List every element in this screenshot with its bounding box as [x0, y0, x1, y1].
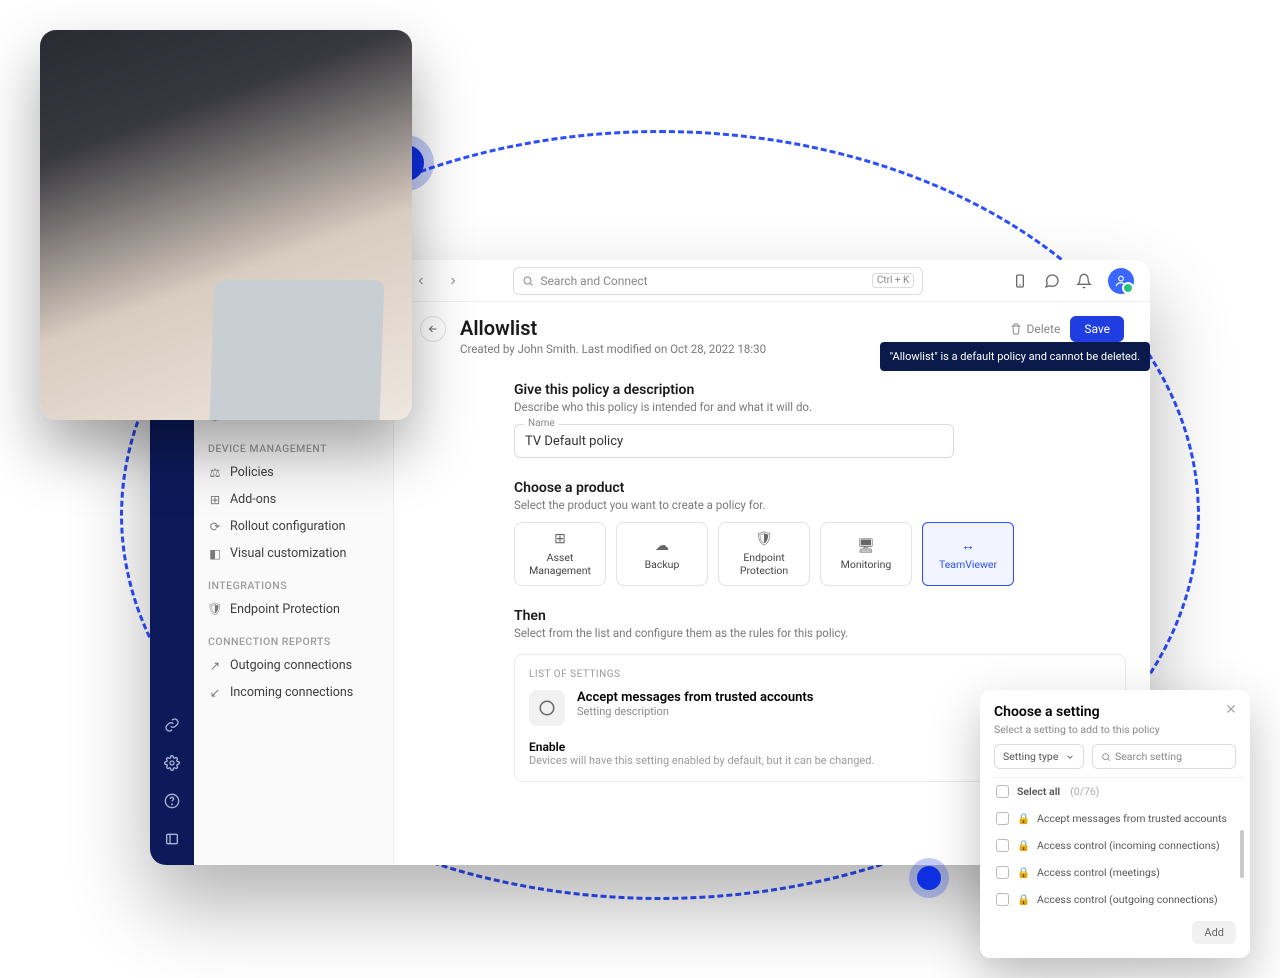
sidebar-item-visual[interactable]: ◧Visual customization [194, 540, 393, 567]
sidebar-item-rollout[interactable]: ⟳Rollout configuration [194, 513, 393, 540]
message-icon [529, 690, 565, 726]
teamviewer-icon: ↔ [961, 537, 975, 554]
rollout-icon: ⟳ [208, 520, 222, 534]
then-sub: Select from the list and configure them … [514, 626, 1126, 640]
user-avatar[interactable] [1108, 268, 1134, 294]
rail-icon-gear[interactable] [160, 751, 184, 775]
product-teamviewer[interactable]: ↔TeamViewer [922, 522, 1014, 586]
product-sub: Select the product you want to create a … [514, 498, 1126, 512]
save-button[interactable]: Save [1070, 316, 1124, 342]
checkbox[interactable] [996, 812, 1009, 825]
lock-icon: 🔒 [1017, 866, 1029, 879]
bell-icon[interactable] [1076, 273, 1092, 289]
panel-sub: Select a setting to add to this policy [994, 723, 1236, 736]
search-icon [1101, 752, 1111, 762]
panel-close-button[interactable] [1224, 702, 1238, 716]
option-row[interactable]: 🔒Access control (incoming connections) [994, 832, 1240, 859]
back-button[interactable] [420, 316, 446, 342]
addon-icon: ⊞ [208, 493, 222, 507]
lock-icon: 🔒 [1017, 839, 1029, 852]
search-placeholder: Search and Connect [540, 274, 647, 288]
policy-icon: ⚖ [208, 466, 222, 480]
setting-sub: Setting description [577, 705, 813, 718]
search-shortcut: Ctrl + K [872, 273, 915, 288]
page-title: Allowlist [460, 316, 766, 340]
product-heading: Choose a product [514, 480, 1126, 496]
sidebar-item-endpoint-protection[interactable]: 🛡Endpoint Protection [194, 596, 393, 623]
delete-tooltip: "Allowlist" is a default policy and cann… [880, 342, 1150, 371]
cloud-icon: ☁ [655, 538, 669, 554]
sidebar-heading-device-mgmt: DEVICE MANAGEMENT [194, 430, 393, 459]
shield-icon: 🛡 [208, 603, 222, 617]
name-label: Name [524, 418, 559, 429]
page-meta: Created by John Smith. Last modified on … [460, 342, 766, 356]
device-icon[interactable] [1012, 273, 1028, 289]
search-icon [522, 275, 534, 287]
sidebar-heading-integrations: INTEGRATIONS [194, 567, 393, 596]
describe-sub: Describe who this policy is intended for… [514, 400, 1126, 414]
lock-icon: 🔒 [1017, 812, 1029, 825]
describe-heading: Give this policy a description [514, 382, 1126, 398]
panel-scrollbar[interactable] [1240, 830, 1244, 878]
shield-icon: 🛡 [755, 531, 773, 547]
panel-title: Choose a setting [994, 704, 1236, 720]
monitor-icon: 🖥 [857, 538, 875, 554]
sidebar-item-policies[interactable]: ⚖Policies [194, 459, 393, 486]
setting-options-list: Select all(0/76) 🔒Accept messages from t… [994, 777, 1244, 913]
incoming-icon: ↙ [208, 686, 222, 700]
sidebar-heading-conn-reports: CONNECTION REPORTS [194, 623, 393, 652]
trash-icon [1010, 323, 1022, 335]
rail-icon-collapse[interactable] [160, 827, 184, 851]
select-all-option[interactable]: Select all(0/76) [994, 778, 1240, 805]
choose-setting-panel: Choose a setting Select a setting to add… [980, 690, 1250, 958]
checkbox[interactable] [996, 866, 1009, 879]
option-row[interactable]: 🔒Access control (outgoing connections) [994, 886, 1240, 913]
checkbox[interactable] [996, 785, 1009, 798]
delete-link[interactable]: Delete [1010, 322, 1061, 336]
add-button[interactable]: Add [1192, 921, 1236, 944]
page-header: Allowlist Created by John Smith. Last mo… [394, 302, 1150, 366]
option-row[interactable]: 🔒Accept messages from trusted accounts [994, 805, 1240, 832]
nav-forward[interactable] [442, 270, 464, 292]
setting-title: Accept messages from trusted accounts [577, 690, 813, 705]
chat-icon[interactable] [1044, 273, 1060, 289]
setting-type-select[interactable]: Setting type [994, 744, 1084, 769]
policy-name-input[interactable] [514, 424, 954, 458]
product-backup[interactable]: ☁Backup [616, 522, 708, 586]
then-heading: Then [514, 608, 1126, 624]
outgoing-icon: ↗ [208, 659, 222, 673]
rail-icon-help[interactable] [160, 789, 184, 813]
sidebar-item-outgoing[interactable]: ↗Outgoing connections [194, 652, 393, 679]
topbar: Search and Connect Ctrl + K [394, 260, 1150, 302]
grid-icon: ⊞ [554, 531, 566, 547]
option-row[interactable]: 🔒Access control (meetings) [994, 859, 1240, 886]
global-search[interactable]: Search and Connect Ctrl + K [513, 267, 923, 295]
chevron-down-icon [1065, 752, 1075, 762]
sidebar-item-incoming[interactable]: ↙Incoming connections [194, 679, 393, 706]
product-asset-management[interactable]: ⊞Asset Management [514, 522, 606, 586]
list-of-settings-label: LIST OF SETTINGS [529, 669, 1111, 680]
product-endpoint-protection[interactable]: 🛡Endpoint Protection [718, 522, 810, 586]
checkbox[interactable] [996, 839, 1009, 852]
lock-icon: 🔒 [1017, 893, 1029, 906]
panel-search-input[interactable]: Search setting [1092, 744, 1236, 769]
rail-icon-link[interactable] [160, 713, 184, 737]
sidebar-item-addons[interactable]: ⊞Add-ons [194, 486, 393, 513]
visual-icon: ◧ [208, 547, 222, 561]
nav-back[interactable] [410, 270, 432, 292]
hero-photo [40, 30, 412, 420]
product-monitoring[interactable]: 🖥Monitoring [820, 522, 912, 586]
checkbox[interactable] [996, 893, 1009, 906]
